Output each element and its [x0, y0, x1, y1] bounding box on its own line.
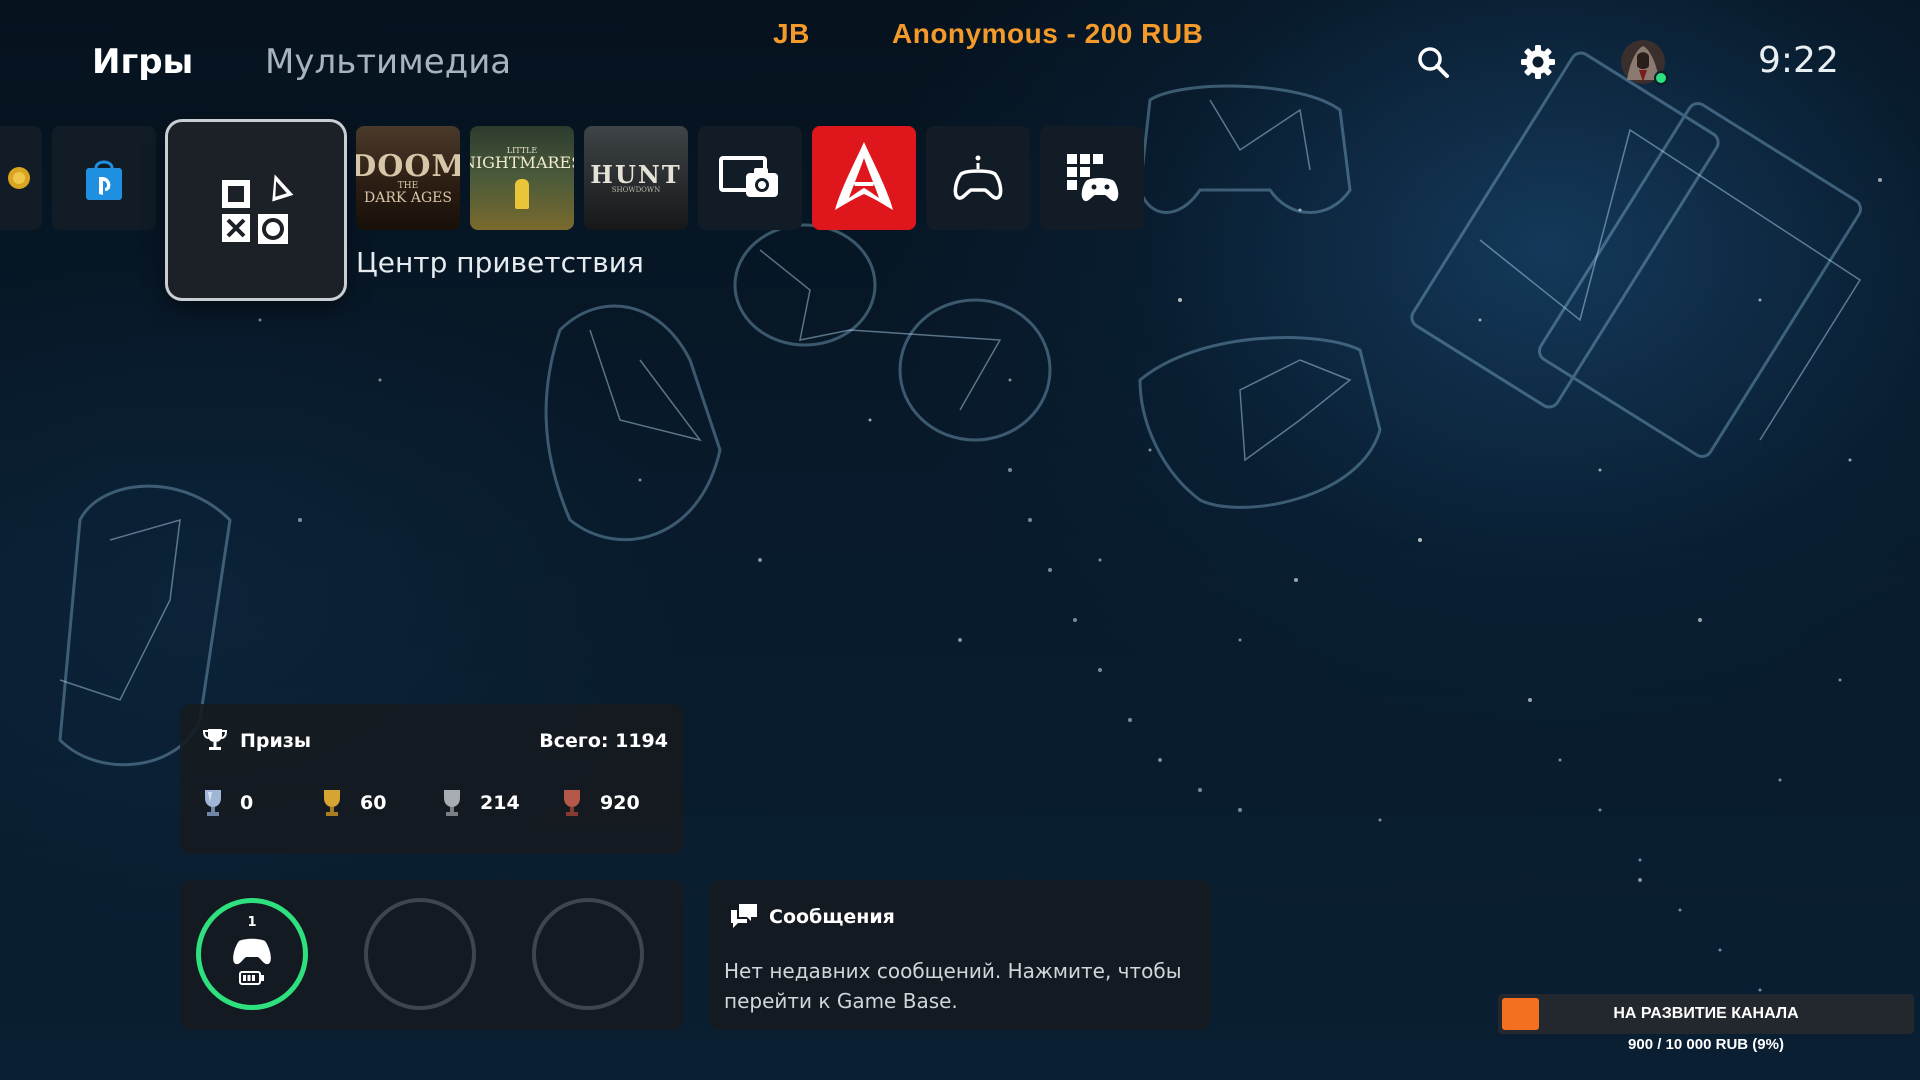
donation-label: НА РАЗВИТИЕ КАНАЛА: [1613, 1005, 1799, 1022]
trophy-icon: [202, 729, 228, 750]
controllers-card[interactable]: 1: [180, 880, 684, 1030]
little-nightmares-cover-art: LITTLE NIGHTMARES: [470, 147, 574, 209]
search-icon: [1418, 47, 1449, 78]
donation-progress-text: 900 / 10 000 RUB (9%): [1628, 1036, 1784, 1053]
library-grid-icon: [1067, 154, 1119, 202]
trophies-card[interactable]: Призы Всего: 1194 0 60 214 920: [180, 704, 684, 854]
tile-playstation-store[interactable]: [52, 126, 156, 230]
clock: 9:22: [1758, 40, 1839, 81]
controller-slot-1[interactable]: 1: [196, 898, 308, 1010]
tile-little-nightmares[interactable]: LITTLE NIGHTMARES: [470, 126, 574, 230]
overlay-donation-alert: Anonymous - 200 RUB: [892, 18, 1204, 49]
trophies-title: Призы: [240, 730, 312, 752]
controller-icon: [233, 938, 271, 965]
tile-partial[interactable]: [0, 126, 42, 230]
ps-shapes-icon: [222, 174, 294, 244]
messages-title: Сообщения: [769, 906, 895, 928]
controller-icon: [953, 155, 1003, 200]
donation-goal-bar: НА РАЗВИТИЕ КАНАЛА: [1498, 994, 1914, 1034]
assassin-emblem-icon: [835, 142, 893, 210]
tile-assassins-creed-shadows[interactable]: [812, 126, 916, 230]
trophies-total: Всего: 1194: [539, 730, 668, 752]
search-button[interactable]: [1405, 34, 1461, 90]
coin-icon: [8, 167, 30, 189]
silver-trophy-icon: [444, 790, 460, 816]
controller-slot-2[interactable]: [364, 898, 476, 1010]
ps-store-bag-icon: [86, 160, 122, 200]
hunt-cover-art: HUNT SHOWDOWN: [590, 159, 682, 194]
tile-hunt-showdown[interactable]: HUNT SHOWDOWN: [584, 126, 688, 230]
avatar: [1621, 40, 1668, 85]
tab-media[interactable]: Мультимедиа: [265, 42, 511, 82]
gear-icon: [1521, 45, 1555, 79]
tile-media-gallery[interactable]: [698, 126, 802, 230]
controller-slot-number: 1: [247, 915, 257, 930]
tile-doom-the-dark-ages[interactable]: DOOM THE DARK AGES: [356, 126, 460, 230]
settings-button[interactable]: [1510, 34, 1566, 90]
messages-body: Нет недавних сообщений. Нажмите, чтобы п…: [724, 959, 1182, 1013]
silver-count: 214: [480, 792, 520, 814]
overlay-jb-text: JB: [773, 18, 810, 49]
doom-cover-art: DOOM THE DARK AGES: [356, 148, 460, 206]
tile-game-hub[interactable]: [168, 122, 344, 298]
platinum-trophy-icon: [205, 790, 221, 816]
gold-trophy-icon: [324, 790, 340, 816]
controller-slot-3[interactable]: [532, 898, 644, 1010]
gallery-camera-icon: [719, 156, 778, 197]
profile-avatar-button[interactable]: [1615, 34, 1671, 90]
battery-icon: [239, 971, 264, 985]
tile-accessories[interactable]: [926, 126, 1030, 230]
bronze-trophy-icon: [564, 790, 580, 816]
tab-games[interactable]: Игры: [92, 42, 193, 82]
messages-icon: [731, 904, 757, 928]
tile-game-library[interactable]: [1040, 126, 1144, 230]
online-status-dot: [1654, 71, 1668, 85]
selected-tile-label: Центр приветствия: [356, 246, 644, 279]
gold-count: 60: [360, 792, 387, 814]
bronze-count: 920: [600, 792, 640, 814]
messages-card[interactable]: Сообщения Нет недавних сообщений. Нажмит…: [709, 880, 1211, 1030]
platinum-count: 0: [240, 792, 254, 814]
